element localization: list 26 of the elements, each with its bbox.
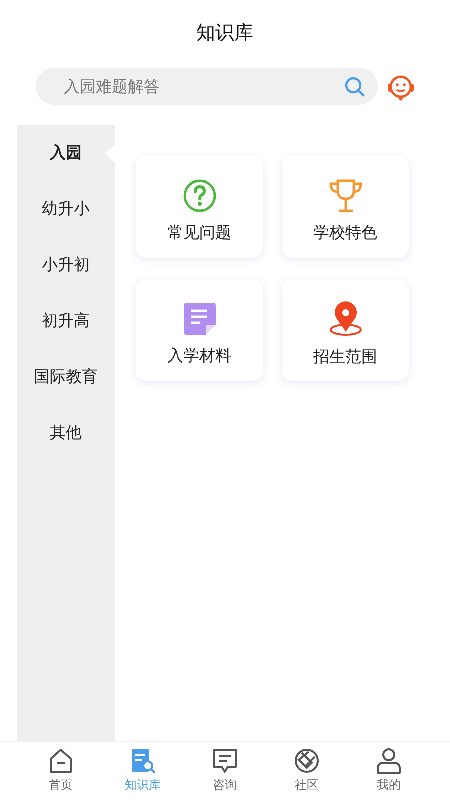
location-pin-icon — [328, 300, 364, 336]
category-tab[interactable]: 入园 — [17, 125, 115, 181]
category-tab[interactable]: 其他 — [17, 405, 115, 461]
person-icon — [376, 748, 402, 774]
nav-tab[interactable]: 社区 — [277, 748, 337, 794]
question-icon — [182, 178, 216, 212]
home-icon — [48, 748, 74, 774]
nav-tab[interactable]: 我的 — [359, 748, 419, 794]
category-tab[interactable]: 幼升小 — [17, 181, 115, 237]
trophy-icon — [328, 178, 364, 212]
category-card[interactable]: 学校特色 — [282, 156, 409, 258]
category-tab[interactable]: 小升初 — [17, 237, 115, 293]
category-card[interactable]: 入学材料 — [136, 279, 263, 381]
message-icon — [212, 748, 238, 774]
category-tab[interactable]: 国际教育 — [17, 349, 115, 405]
search-field[interactable]: 入园难题解答 — [36, 68, 378, 105]
document-search-icon — [130, 748, 156, 774]
aperture-icon — [294, 748, 320, 774]
nav-tab[interactable]: 咨询 — [195, 748, 255, 794]
nav-tab[interactable]: 首页 — [31, 748, 91, 794]
search-icon[interactable] — [344, 76, 366, 98]
document-icon — [182, 302, 216, 336]
category-tab[interactable]: 初升高 — [17, 293, 115, 349]
page-title: 知识库 — [196, 21, 254, 46]
category-card[interactable]: 常见问题 — [136, 156, 263, 258]
category-card[interactable]: 招生范围 — [282, 279, 409, 381]
